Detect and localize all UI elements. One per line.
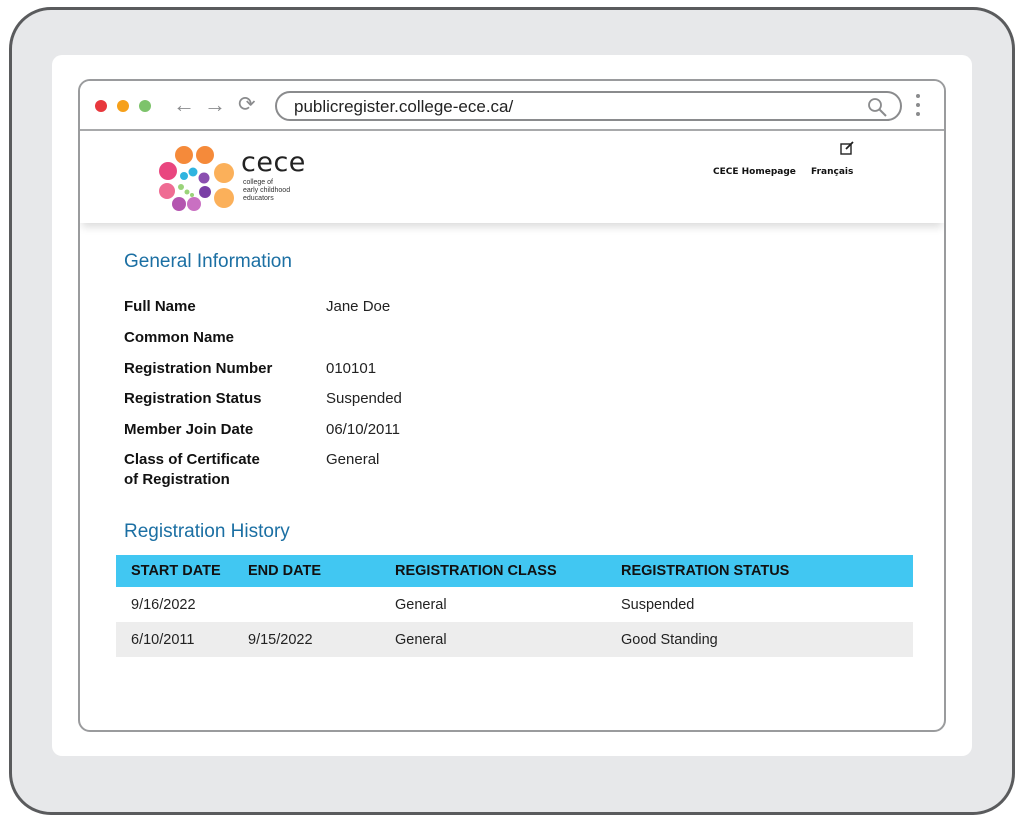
table-cell: General [395, 596, 447, 613]
table-cell: 9/16/2022 [131, 596, 196, 613]
info-value: General [326, 451, 380, 468]
general-information-title: General Information [124, 251, 292, 272]
column-header: REGISTRATION STATUS [606, 555, 913, 587]
logo-subtitle: college of early childhood educators [243, 179, 290, 203]
table-cell: 9/15/2022 [233, 622, 380, 657]
table-cell: Suspended [621, 596, 695, 613]
table-cell: General [380, 622, 606, 657]
cece-homepage-link[interactable]: CECE Homepage [713, 167, 796, 177]
info-value: Suspended [326, 390, 402, 407]
info-label: Class of Certificate of Registration [124, 450, 314, 490]
arrow-right-icon[interactable]: → [204, 92, 226, 118]
registration-history-table: START DATE END DATE REGISTRATION CLASS R… [116, 555, 913, 657]
logo-circles-icon [159, 146, 234, 211]
info-value: 06/10/2011 [326, 421, 400, 438]
info-label: Common Name [124, 329, 235, 346]
logo-subtitle-line: early childhood [243, 187, 291, 194]
registration-history-title: Registration History [124, 521, 290, 542]
search-icon[interactable] [866, 96, 888, 118]
site-header: cece college of early childhood educator… [80, 133, 944, 223]
info-label-line: of Registration [124, 471, 230, 488]
info-value: 010101 [326, 360, 377, 377]
francais-link[interactable]: Français [811, 167, 853, 177]
edit-icon[interactable] [840, 141, 854, 155]
window-close-button[interactable] [95, 100, 107, 112]
browser-toolbar: ← → ⟳ publicregister.college-ece.ca/ [80, 81, 944, 131]
logo-subtitle-line: educators [243, 195, 274, 202]
info-label: Registration Number [124, 360, 273, 377]
table-cell [233, 587, 380, 622]
browser-window: ← → ⟳ publicregister.college-ece.ca/ cec… [78, 79, 946, 732]
window-maximize-button[interactable] [139, 100, 151, 112]
table-header-row: START DATE END DATE REGISTRATION CLASS R… [116, 555, 913, 587]
address-bar[interactable]: publicregister.college-ece.ca/ [275, 91, 902, 121]
logo-wordmark: cece [241, 147, 306, 178]
table-row: 6/10/2011 9/15/2022 General Good Standin… [116, 622, 913, 657]
column-header: REGISTRATION CLASS [380, 555, 606, 587]
arrow-left-icon[interactable]: ← [173, 92, 195, 118]
info-label-line: Class of Certificate [124, 451, 260, 468]
table-cell: 6/10/2011 [116, 622, 233, 657]
cece-logo[interactable]: cece college of early childhood educator… [158, 145, 318, 211]
more-vertical-icon[interactable] [914, 94, 922, 120]
column-header: START DATE [116, 555, 233, 587]
table-cell: Good Standing [606, 622, 913, 657]
info-value: Jane Doe [326, 298, 391, 315]
table-row: 9/16/2022 General Suspended [116, 587, 913, 622]
reload-icon[interactable]: ⟳ [238, 92, 256, 118]
info-label: Registration Status [124, 390, 262, 407]
info-label: Member Join Date [124, 421, 254, 438]
logo-subtitle-line: college of [243, 179, 273, 186]
window-minimize-button[interactable] [117, 100, 129, 112]
info-label: Full Name [124, 298, 196, 315]
column-header: END DATE [233, 555, 380, 587]
url-text[interactable]: publicregister.college-ece.ca/ [294, 97, 513, 117]
